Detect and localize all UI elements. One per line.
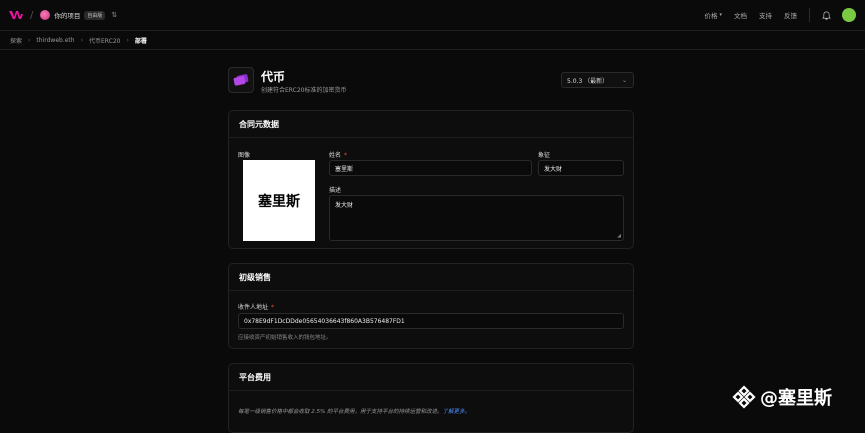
breadcrumb-contract[interactable]: 代币ERC20 — [89, 36, 121, 45]
token-contract-icon — [228, 67, 254, 93]
project-avatar — [40, 10, 51, 20]
top-nav: 价格 ▾ 文档 支持 反馈 — [692, 0, 856, 30]
binance-logo-icon — [732, 385, 756, 409]
description-value: 发大财 — [335, 202, 354, 209]
recipient-label: 收件人地址 * — [238, 304, 275, 311]
primary-sale-card: 初级销售 收件人地址 * 0x78E9dF1DcDDde05654036643f8… — [228, 263, 634, 349]
watermark-text: @塞里斯 — [760, 388, 832, 409]
plan-badge: 自由版 — [84, 10, 106, 20]
nav-docs[interactable]: 文档 — [734, 10, 747, 20]
chevron-down-icon: ⌄ — [621, 76, 627, 84]
image-text: 塞里斯 — [258, 193, 300, 210]
platform-fee-note: 每笔一级销售价格中都会收取 2.5% 的平台费用，用于支持平台的持续运营和改进。… — [238, 409, 470, 415]
project-switcher-icon[interactable]: ⇅ — [111, 11, 117, 19]
thirdweb-logo-icon[interactable] — [9, 10, 23, 20]
learn-more-link[interactable]: 了解更多。 — [442, 409, 470, 415]
nav-feedback[interactable]: 反馈 — [784, 10, 797, 20]
platform-fees-card: 平台费用 每笔一级销售价格中都会收取 2.5% 的平台费用，用于支持平台的持续运… — [228, 363, 634, 433]
description-textarea[interactable]: 发大财 ◢ — [329, 195, 624, 241]
chevron-right-icon: › — [80, 36, 83, 44]
breadcrumb: 探索 › thirdweb.eth › 代币ERC20 › 部署 — [0, 30, 865, 50]
bell-icon[interactable] — [819, 8, 833, 22]
page-subtitle: 创建符合ERC20标准的加密货币 — [261, 87, 347, 94]
section-title: 合同元数据 — [229, 111, 633, 138]
breadcrumb-explore[interactable]: 探索 — [10, 36, 22, 45]
required-marker: * — [271, 304, 275, 311]
breadcrumb-current: 部署 — [134, 37, 147, 45]
symbol-input[interactable]: 发大财 — [538, 160, 624, 176]
watermark: @塞里斯 — [731, 384, 832, 410]
name-label: 姓名 * — [329, 152, 348, 159]
image-label: 图像 — [238, 152, 251, 159]
chevron-right-icon: › — [126, 36, 129, 44]
nav-pricing[interactable]: 价格 ▾ — [704, 10, 722, 20]
image-upload[interactable]: 塞里斯 — [243, 160, 315, 241]
breadcrumb-publisher[interactable]: thirdweb.eth — [36, 37, 74, 44]
version-value: 5.0.3 （最新） — [567, 77, 609, 85]
chevron-down-icon: ▾ — [719, 12, 722, 18]
page-title: 代币 — [261, 70, 286, 84]
name-input[interactable]: 塞里斯 — [329, 160, 532, 176]
section-title: 平台费用 — [229, 364, 633, 391]
chevron-right-icon: › — [28, 36, 31, 44]
contract-metadata-card: 合同元数据 图像 塞里斯 姓名 * 塞里斯 象征 发大财 描述 发大财 ◢ — [228, 110, 634, 249]
section-title: 初级销售 — [229, 264, 633, 291]
divider — [809, 8, 810, 22]
recipient-hint: 应接收资产初始销售收入的钱包地址。 — [238, 335, 332, 341]
project-name[interactable]: 你的项目 — [54, 10, 80, 20]
user-avatar[interactable] — [842, 8, 856, 22]
symbol-label: 象征 — [538, 152, 551, 159]
path-separator: / — [30, 9, 34, 21]
version-select[interactable]: 5.0.3 （最新） ⌄ — [561, 72, 634, 88]
resize-handle-icon[interactable]: ◢ — [617, 233, 621, 239]
recipient-address-input[interactable]: 0x78E9dF1DcDDde05654036643f860A3B576487F… — [238, 313, 624, 329]
description-label: 描述 — [329, 187, 342, 194]
nav-support[interactable]: 支持 — [759, 10, 772, 20]
required-marker: * — [344, 152, 348, 159]
top-bar: / 你的项目 自由版 ⇅ 价格 ▾ 文档 支持 反馈 — [0, 0, 865, 30]
